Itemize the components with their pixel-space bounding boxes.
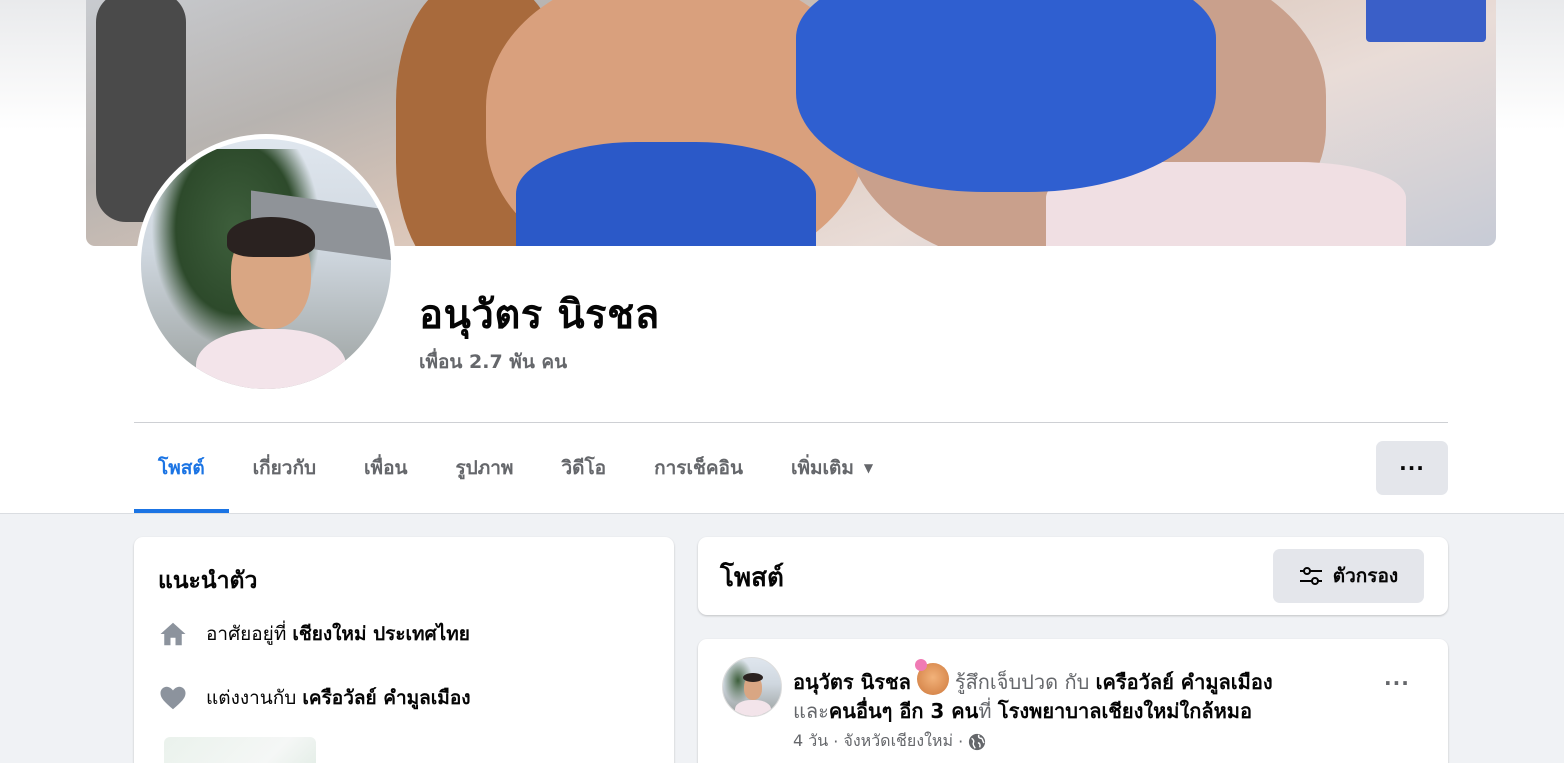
post-and-word: และ	[793, 699, 829, 723]
post-header-line-1: อนุวัตร นิรชล รู้สึกเจ็บปวด กับ เครือวัลย…	[793, 659, 1273, 698]
profile-header: อนุวัตร นิรชล เพื่อน 2.7 พัน คน โพสต์ เก…	[0, 0, 1564, 514]
post-author-avatar[interactable]	[722, 657, 782, 717]
more-options-button[interactable]: ···	[1376, 441, 1448, 495]
post-time[interactable]: 4 วัน	[793, 729, 828, 754]
feeling-emoji-icon	[914, 659, 949, 695]
tab-videos[interactable]: วิดีโอ	[537, 423, 630, 513]
featured-photo[interactable]	[164, 737, 316, 763]
posts-header-card: โพสต์ ตัวกรอง	[698, 537, 1448, 615]
post-tagged-person[interactable]: เครือวัลย์ คำมูลเมือง	[1096, 670, 1273, 694]
lives-in-value[interactable]: เชียงใหม่ ประเทศไทย	[292, 619, 470, 649]
post-card: อนุวัตร นิรชล รู้สึกเจ็บปวด กับ เครือวัลย…	[698, 639, 1448, 763]
tab-photos[interactable]: รูปภาพ	[431, 423, 537, 513]
posts-title: โพสต์	[720, 563, 784, 593]
post-with-word: กับ	[1064, 670, 1090, 694]
tab-friends[interactable]: เพื่อน	[340, 423, 431, 513]
intro-title: แนะนำตัว	[158, 568, 258, 594]
profile-tabs: โพสต์ เกี่ยวกับ เพื่อน รูปภาพ วิดีโอ การ…	[134, 423, 897, 513]
profile-name: อนุวัตร นิรชล	[419, 292, 660, 338]
caret-down-icon: ▼	[863, 461, 874, 475]
more-horizontal-icon: ···	[1399, 456, 1425, 480]
post-place-link[interactable]: โรงพยาบาลเชียงใหม่ใกล้หมอ	[998, 699, 1252, 723]
post-location[interactable]: จังหวัดเชียงใหม่	[843, 729, 953, 754]
post-meta: 4 วัน · จังหวัดเชียงใหม่ ·	[793, 729, 986, 754]
married-prefix: แต่งงานกับ	[206, 687, 297, 709]
tab-posts[interactable]: โพสต์	[134, 423, 229, 513]
tab-checkins[interactable]: การเช็คอิน	[630, 423, 767, 513]
post-others-link[interactable]: คนอื่นๆ อีก 3 คน	[829, 699, 978, 723]
tab-more[interactable]: เพิ่มเติม ▼	[767, 423, 897, 513]
home-icon	[158, 619, 188, 649]
meta-separator: ·	[952, 732, 964, 751]
sliders-icon	[1299, 567, 1322, 585]
married-row: แต่งงานกับ เครือวัลย์ คำมูลเมือง	[158, 683, 471, 713]
lives-in-prefix: อาศัยอยู่ที่	[206, 623, 287, 645]
globe-icon	[969, 733, 986, 750]
lives-in-row: อาศัยอยู่ที่ เชียงใหม่ ประเทศไทย	[158, 619, 470, 649]
tab-more-label: เพิ่มเติม	[790, 457, 854, 479]
post-at-word: ที่	[978, 699, 992, 723]
heart-icon	[158, 683, 188, 713]
meta-separator: ·	[828, 732, 844, 751]
post-options-button[interactable]: ···	[1384, 671, 1410, 695]
friends-count-link[interactable]: เพื่อน 2.7 พัน คน	[419, 347, 567, 377]
intro-card: แนะนำตัว อาศัยอยู่ที่ เชียงใหม่ ประเทศไท…	[134, 537, 674, 763]
tab-about[interactable]: เกี่ยวกับ	[229, 423, 340, 513]
post-feeling: รู้สึกเจ็บปวด	[954, 670, 1059, 694]
post-author-name[interactable]: อนุวัตร นิรชล	[793, 670, 911, 694]
filter-label: ตัวกรอง	[1332, 565, 1399, 587]
married-value[interactable]: เครือวัลย์ คำมูลเมือง	[302, 683, 470, 713]
post-header-line-2: และคนอื่นๆ อีก 3 คนที่ โรงพยาบาลเชียงใหม…	[793, 695, 1252, 727]
avatar	[141, 139, 391, 389]
filter-button[interactable]: ตัวกรอง	[1273, 549, 1424, 603]
profile-avatar[interactable]	[136, 134, 396, 394]
more-horizontal-icon: ···	[1384, 671, 1410, 695]
